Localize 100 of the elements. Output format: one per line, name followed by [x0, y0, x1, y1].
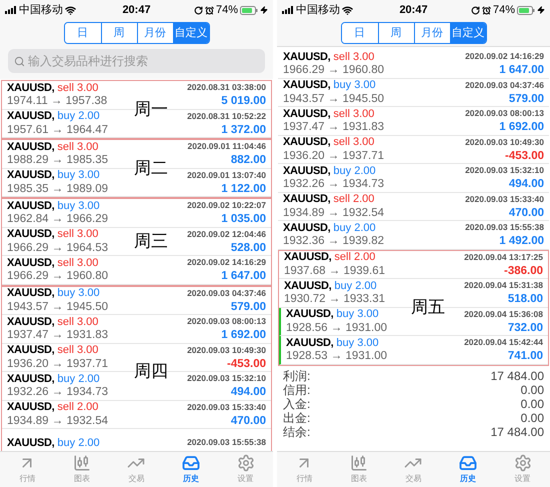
order-text: buy 3.00	[333, 78, 376, 93]
trade-time: 2020.09.03 10:49:30	[465, 136, 544, 149]
segment-tab[interactable]: 日	[64, 23, 100, 43]
tab-bar-item[interactable]: 行情	[277, 452, 332, 487]
trade-time: 2020.09.04 13:17:25	[464, 250, 543, 264]
carrier-text: 中国移动	[19, 2, 63, 18]
search-field[interactable]: 输入交易品种进行搜索	[8, 49, 265, 73]
summary-value: 17 484.00	[490, 424, 544, 438]
tab-bar-item[interactable]: 图表	[332, 452, 386, 487]
symbol-text: XAUUSD,	[283, 135, 330, 150]
order-text: sell 3.00	[333, 135, 374, 150]
profit-text: 741.00	[508, 349, 543, 364]
price-text: 1934.89 → 1932.54	[7, 414, 108, 429]
candlestick-icon	[72, 454, 91, 472]
symbol-text: XAUUSD,	[7, 343, 54, 358]
trade-time: 2020.09.04 15:31:38	[464, 279, 543, 292]
price-text: 1932.26 → 1934.73	[7, 385, 108, 400]
order-text: sell 2.00	[334, 250, 376, 265]
profit-text: 5 019.00	[221, 94, 266, 110]
profit-text: -453.00	[226, 356, 266, 372]
trade-time: 2020.09.02 10:22:07	[187, 199, 266, 212]
price-text: 1943.57 → 1945.50	[283, 92, 384, 107]
profit-text: 579.00	[230, 300, 266, 315]
symbol-text: XAUUSD,	[283, 50, 330, 64]
symbol-text: XAUUSD,	[7, 436, 54, 450]
segment-tab[interactable]: 周	[100, 23, 136, 43]
segment-tab[interactable]: 周	[378, 23, 414, 43]
profit-text: 1 122.00	[221, 182, 266, 197]
segment-tab[interactable]: 月份	[414, 23, 450, 43]
tab-bar-item[interactable]: 交易	[386, 452, 441, 487]
segment-tab[interactable]: 自定义	[172, 23, 208, 43]
tab-bar-item[interactable]: 历史	[440, 452, 496, 487]
trade-time: 2020.09.02 14:16:29	[465, 50, 544, 64]
price-text: 1974.11 → 1957.38	[7, 94, 108, 110]
trade-time: 2020.09.01 13:07:40	[187, 168, 266, 182]
segment-tab[interactable]: 日	[342, 23, 378, 43]
trade-time: 2020.09.03 08:00:13	[465, 107, 544, 120]
summary-value: 0.00	[520, 410, 544, 424]
trade-time: 2020.09.03 15:33:40	[465, 192, 544, 206]
segment-tab[interactable]: 自定义	[450, 23, 486, 43]
symbol-text: XAUUSD,	[286, 336, 334, 350]
weekday-label: 周三	[134, 233, 168, 250]
trade-time: 2020.09.03 15:55:38	[187, 436, 266, 450]
inbox-icon	[182, 454, 200, 472]
symbol-text: XAUUSD,	[283, 106, 330, 122]
price-text: 1962.84 → 1966.29	[7, 212, 108, 228]
tab-bar-item[interactable]: 交易	[109, 452, 164, 487]
profit-text: 528.00	[230, 240, 266, 256]
profit-text: 1 647.00	[221, 269, 266, 284]
charging-icon	[260, 6, 268, 14]
flagged-trade-row[interactable]: XAUUSD, buy 3.00 2020.09.04 15:42:44 1928.53 → 1931.00 741.00	[279, 336, 548, 364]
price-text: 1966.29 → 1964.53	[7, 240, 108, 256]
weekday-label: 周四	[134, 364, 168, 380]
order-text: sell 3.00	[57, 314, 98, 330]
alarm-icon	[482, 6, 491, 14]
price-text: 1937.47 → 1931.83	[7, 328, 108, 344]
price-text: 1930.72 → 1933.31	[284, 292, 386, 308]
tab-bar-item[interactable]: 设置	[495, 452, 550, 487]
order-text: buy 3.00	[57, 286, 100, 301]
summary-label: 入金:	[283, 396, 310, 410]
tab-bar-item[interactable]: 历史	[164, 452, 218, 487]
tab-bar-item[interactable]: 行情	[0, 452, 55, 487]
inbox-icon	[459, 454, 478, 472]
settings-icon	[236, 454, 255, 472]
weekday-label: 周一	[134, 101, 168, 118]
summary-label: 结余:	[283, 424, 310, 438]
order-text: sell 3.00	[57, 80, 98, 96]
alarm-icon	[204, 6, 214, 14]
symbol-text: XAUUSD,	[284, 278, 332, 294]
symbol-text: XAUUSD,	[7, 80, 54, 96]
profit-text: 470.00	[508, 206, 544, 221]
profit-text: 1 492.00	[499, 234, 544, 250]
order-text: buy 2.00	[57, 436, 100, 450]
order-text: sell 3.00	[57, 227, 98, 242]
tab-bar-item[interactable]: 设置	[218, 452, 273, 487]
price-text: 1936.20 → 1937.71	[7, 356, 108, 372]
battery-icon	[240, 6, 258, 14]
profit-text: 518.00	[508, 292, 543, 308]
order-text: buy 2.00	[57, 372, 100, 386]
symbol-text: XAUUSD,	[7, 256, 54, 270]
symbol-text: XAUUSD,	[7, 372, 54, 386]
segment-tab[interactable]: 月份	[136, 23, 172, 43]
tab-bar-item[interactable]: 图表	[54, 452, 110, 487]
price-text: 1928.53 → 1931.00	[286, 349, 388, 364]
profit-text: 1 647.00	[499, 63, 544, 78]
order-text: sell 3.00	[333, 50, 374, 64]
order-text: sell 3.00	[57, 256, 98, 270]
charging-icon	[537, 6, 546, 14]
symbol-text: XAUUSD,	[284, 250, 332, 265]
profit-text: 1 372.00	[221, 122, 266, 138]
search-icon	[14, 56, 25, 66]
price-text: 1928.56 → 1931.00	[286, 320, 388, 336]
trade-time: 2020.09.03 04:37:46	[465, 78, 544, 92]
trade-time: 2020.09.04 15:36:08	[464, 308, 543, 321]
price-text: 1932.26 → 1934.73	[283, 177, 384, 192]
clock-time: 20:47	[399, 2, 428, 18]
profit-text: 579.00	[508, 92, 544, 107]
symbol-text: XAUUSD,	[286, 307, 334, 322]
profit-text: -453.00	[504, 148, 544, 164]
order-text: buy 2.00	[57, 109, 100, 124]
